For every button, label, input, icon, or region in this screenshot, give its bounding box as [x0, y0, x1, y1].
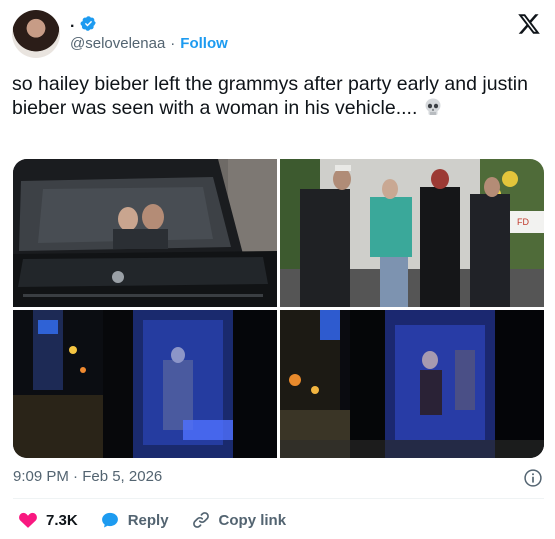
- copy-link-label: Copy link: [218, 511, 287, 529]
- tweet-body: so hailey bieber left the grammys after …: [12, 73, 528, 119]
- divider: [13, 498, 544, 499]
- action-bar: 7.3K Reply Copy link: [18, 508, 308, 532]
- media-grid: FD: [13, 159, 544, 458]
- follow-button[interactable]: Follow: [180, 35, 228, 52]
- handle-row: @selovelenaa · Follow: [70, 35, 228, 52]
- reply-button[interactable]: Reply: [100, 510, 169, 530]
- skull-emoji-icon: [425, 98, 441, 115]
- tweet-header: . @selovelenaa · Follow: [12, 10, 543, 60]
- info-icon[interactable]: [523, 468, 543, 488]
- tweet-text: so hailey bieber left the grammys after …: [12, 72, 543, 120]
- tweet-timestamp[interactable]: 9:09 PM · Feb 5, 2026: [13, 468, 162, 485]
- photo-car-windshield[interactable]: [13, 159, 277, 307]
- like-button[interactable]: 7.3K: [18, 510, 78, 530]
- photo-night-street-2[interactable]: [280, 310, 544, 458]
- like-count: 7.3K: [46, 511, 78, 529]
- copy-link-button[interactable]: Copy link: [191, 510, 287, 530]
- reply-label: Reply: [127, 511, 169, 529]
- photo-night-street-1[interactable]: [13, 310, 277, 458]
- x-logo-icon[interactable]: [517, 12, 541, 36]
- display-name[interactable]: .: [70, 14, 74, 32]
- handle[interactable]: @selovelenaa: [70, 35, 165, 52]
- separator-dot: ·: [170, 35, 176, 52]
- reply-bubble-icon: [101, 512, 118, 528]
- svg-text:FD: FD: [517, 217, 529, 227]
- heart-icon: [19, 512, 37, 528]
- avatar[interactable]: [12, 10, 60, 58]
- photo-group-outside[interactable]: FD: [280, 159, 544, 307]
- link-icon: [192, 512, 209, 528]
- verified-badge-icon: [80, 15, 97, 31]
- author-name-row: .: [70, 13, 97, 33]
